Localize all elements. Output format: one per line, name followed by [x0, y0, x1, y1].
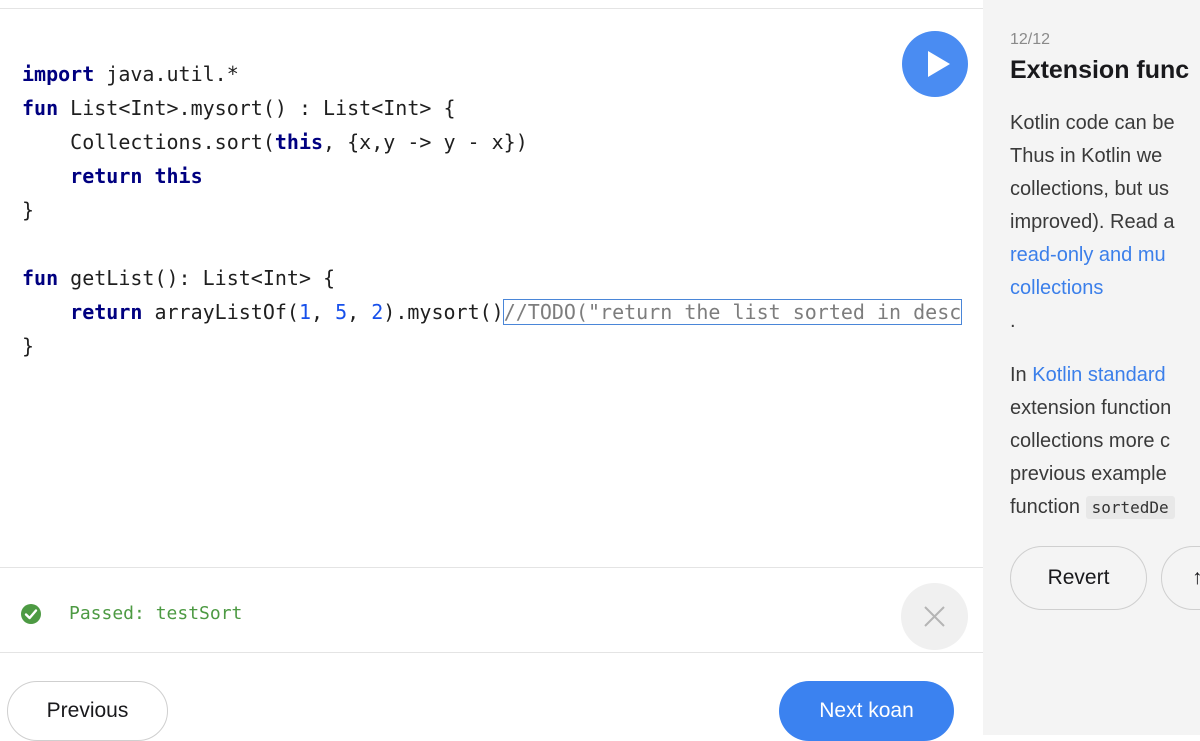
task-title: Extension func [1010, 56, 1190, 84]
code-line[interactable]: Collections.sort(this, {x,y -> y - x}) [22, 125, 961, 159]
desc-line: previous example [1010, 463, 1167, 485]
close-icon [924, 606, 945, 627]
inline-code: sortedDe [1085, 496, 1175, 519]
code-token: ).mysort() [383, 300, 504, 324]
code-token: java.util.* [94, 62, 239, 86]
code-token: , {x,y -> y - x}) [323, 130, 528, 154]
code-token: return [70, 300, 143, 324]
collections-link[interactable]: read-only and mu [1010, 244, 1166, 266]
desc-text: function [1010, 496, 1086, 518]
code-token: this [274, 130, 324, 154]
desc-text: In [1010, 364, 1033, 386]
code-token: arrayListOf( [142, 300, 299, 324]
code-line[interactable]: return this [22, 159, 961, 193]
code-line[interactable]: import java.util.* [22, 57, 961, 91]
task-description: Kotlin code can be Thus in Kotlin we col… [1010, 107, 1200, 524]
code-token: getList(): List<Int> { [58, 266, 336, 290]
code-line[interactable]: return arrayListOf(1, 5, 2).mysort()//TO… [22, 295, 963, 329]
run-button[interactable] [902, 31, 968, 97]
console-panel: Passed: testSort [0, 567, 983, 653]
desc-line: improved). Read a [1010, 211, 1175, 233]
code-token: fun [22, 266, 59, 290]
task-panel: 12/12 Extension func Kotlin code can be … [983, 0, 1200, 735]
panel-extra-button[interactable]: ↑ [1161, 546, 1200, 610]
code-line[interactable]: } [22, 329, 961, 363]
next-koan-button[interactable]: Next koan [779, 681, 954, 741]
code-editor[interactable]: import java.util.* fun List<Int>.mysort()… [0, 9, 983, 567]
code-token: Collections.sort( [22, 130, 275, 154]
close-console-button[interactable] [901, 583, 968, 650]
desc-line: collections more c [1010, 430, 1171, 452]
code-token: } [22, 198, 35, 222]
code-line[interactable]: } [22, 193, 961, 227]
code-token: 2 [371, 300, 384, 324]
check-circle-icon [21, 604, 41, 624]
code-token: 5 [335, 300, 348, 324]
desc-line: Kotlin code can be [1010, 112, 1175, 134]
play-icon [928, 51, 950, 77]
desc-line: collections, but us [1010, 178, 1169, 200]
code-token: return [70, 164, 143, 188]
code-token: this [154, 164, 203, 188]
code-token: import [22, 62, 95, 86]
desc-line: Thus in Kotlin we [1010, 145, 1163, 167]
previous-button[interactable]: Previous [7, 681, 168, 741]
desc-line: extension function [1010, 397, 1172, 419]
code-token: List<Int>.mysort() : List<Int> { [58, 96, 456, 120]
top-border [0, 0, 983, 9]
code-token: } [22, 334, 35, 358]
code-line[interactable]: fun getList(): List<Int> { [22, 261, 961, 295]
code-token: , [311, 300, 336, 324]
code-content[interactable]: import java.util.* fun List<Int>.mysort()… [22, 57, 963, 363]
desc-line: . [1010, 310, 1016, 332]
code-line[interactable]: fun List<Int>.mysort() : List<Int> { [22, 91, 961, 125]
code-token: fun [22, 96, 59, 120]
code-line[interactable] [22, 227, 961, 261]
todo-placeholder: //TODO("return the list sorted in desc [502, 299, 963, 325]
stdlib-link[interactable]: Kotlin standard [1032, 364, 1165, 386]
collections-link[interactable]: collections [1010, 277, 1103, 299]
code-token: , [347, 300, 372, 324]
revert-button[interactable]: Revert [1010, 546, 1147, 610]
progress-counter: 12/12 [1010, 31, 1051, 48]
test-result: Passed: testSort [69, 603, 243, 624]
code-token: 1 [298, 300, 312, 324]
